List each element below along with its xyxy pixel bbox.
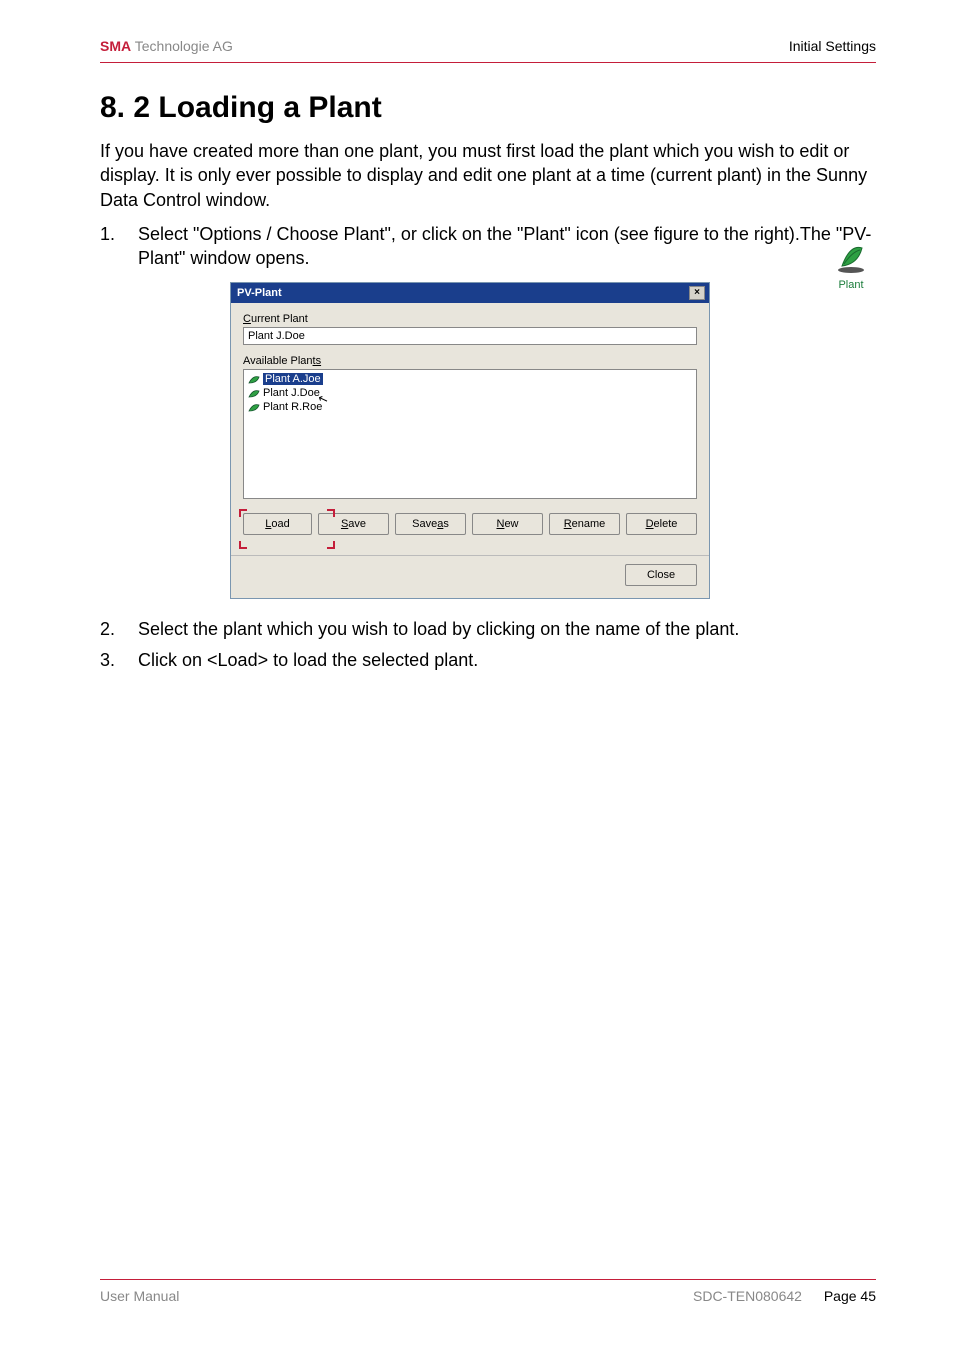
- btn-text: ew: [504, 518, 518, 530]
- dialog-close-button[interactable]: Close: [625, 564, 697, 586]
- btn-mnemonic: S: [341, 518, 348, 530]
- step-text: Select "Options / Choose Plant", or clic…: [138, 222, 876, 271]
- footer-doc-code: SDC-TEN080642: [693, 1288, 802, 1304]
- step-text: Select the plant which you wish to load …: [138, 617, 876, 641]
- steps-list: 1. Select "Options / Choose Plant", or c…: [100, 222, 876, 271]
- section-title: 8. 2 Loading a Plant: [100, 91, 876, 125]
- brand-name: SMA: [100, 38, 131, 54]
- highlight-corner: [327, 541, 335, 549]
- highlight-corner: [239, 541, 247, 549]
- new-button[interactable]: New: [472, 513, 543, 535]
- step-number: 1.: [100, 222, 138, 271]
- page-header: SMA Technologie AG Initial Settings: [100, 38, 876, 54]
- list-item-label: Plant R.Roe: [263, 401, 322, 413]
- step-text: Click on <Load> to load the selected pla…: [138, 648, 876, 672]
- plant-icon-label: Plant: [824, 279, 878, 291]
- dialog-titlebar: PV-Plant ×: [231, 283, 709, 303]
- footer-page-number: Page 45: [824, 1288, 876, 1304]
- btn-text: ename: [572, 518, 606, 530]
- step-number: 2.: [100, 617, 138, 641]
- header-left: SMA Technologie AG: [100, 38, 233, 54]
- close-button[interactable]: ×: [689, 286, 705, 300]
- btn-text: elete: [654, 518, 678, 530]
- current-plant-label: Current Plant: [243, 313, 697, 325]
- step-3: 3. Click on <Load> to load the selected …: [100, 648, 876, 672]
- list-item[interactable]: Plant A.Joe: [246, 372, 694, 386]
- list-item-label: Plant J.Doe: [263, 387, 320, 399]
- leaf-icon: [248, 374, 260, 384]
- label-text: Available Plan: [243, 355, 313, 367]
- list-item[interactable]: Plant R.Roe: [246, 400, 694, 414]
- plant-icon: [832, 240, 870, 274]
- highlight-corner: [239, 509, 247, 517]
- btn-mnemonic: N: [496, 518, 504, 530]
- btn-text: Save: [412, 518, 437, 530]
- btn-text: ave: [348, 518, 366, 530]
- label-mnemonic: C: [243, 313, 251, 325]
- load-button[interactable]: Load: [243, 513, 312, 535]
- dialog-divider: [231, 555, 709, 556]
- dialog-button-row: Load Save Save as New Rename Delete: [243, 513, 697, 535]
- steps-list-cont: 2. Select the plant which you wish to lo…: [100, 617, 876, 672]
- label-mnemonic: ts: [313, 355, 322, 367]
- btn-text: s: [443, 518, 449, 530]
- save-as-button[interactable]: Save as: [395, 513, 466, 535]
- header-divider: [100, 62, 876, 63]
- delete-button[interactable]: Delete: [626, 513, 697, 535]
- step-2: 2. Select the plant which you wish to lo…: [100, 617, 876, 641]
- step-number: 3.: [100, 648, 138, 672]
- footer-left: User Manual: [100, 1288, 179, 1304]
- available-plants-list[interactable]: Plant A.Joe Plant J.Doe Plant R.Roe ↖: [243, 369, 697, 499]
- list-item-label: Plant A.Joe: [263, 373, 323, 385]
- list-item[interactable]: Plant J.Doe: [246, 386, 694, 400]
- dialog-title: PV-Plant: [237, 287, 282, 299]
- btn-mnemonic: R: [564, 518, 572, 530]
- header-section-name: Initial Settings: [789, 38, 876, 54]
- pv-plant-dialog: PV-Plant × Current Plant Plant J.Doe Ava…: [230, 282, 710, 599]
- available-plants-label: Available Plants: [243, 355, 697, 367]
- highlight-corner: [327, 509, 335, 517]
- footer-divider: [100, 1279, 876, 1280]
- rename-button[interactable]: Rename: [549, 513, 620, 535]
- leaf-icon: [248, 402, 260, 412]
- step-1: 1. Select "Options / Choose Plant", or c…: [100, 222, 876, 271]
- current-plant-field[interactable]: Plant J.Doe: [243, 327, 697, 345]
- btn-mnemonic: D: [646, 518, 654, 530]
- section-intro: If you have created more than one plant,…: [100, 139, 876, 212]
- leaf-icon: [248, 388, 260, 398]
- btn-text: oad: [271, 518, 289, 530]
- brand-rest: Technologie AG: [131, 38, 233, 54]
- plant-toolbar-icon[interactable]: Plant: [824, 240, 878, 291]
- label-text: urrent Plant: [251, 313, 308, 325]
- page-footer: User Manual SDC-TEN080642 Page 45: [100, 1279, 876, 1304]
